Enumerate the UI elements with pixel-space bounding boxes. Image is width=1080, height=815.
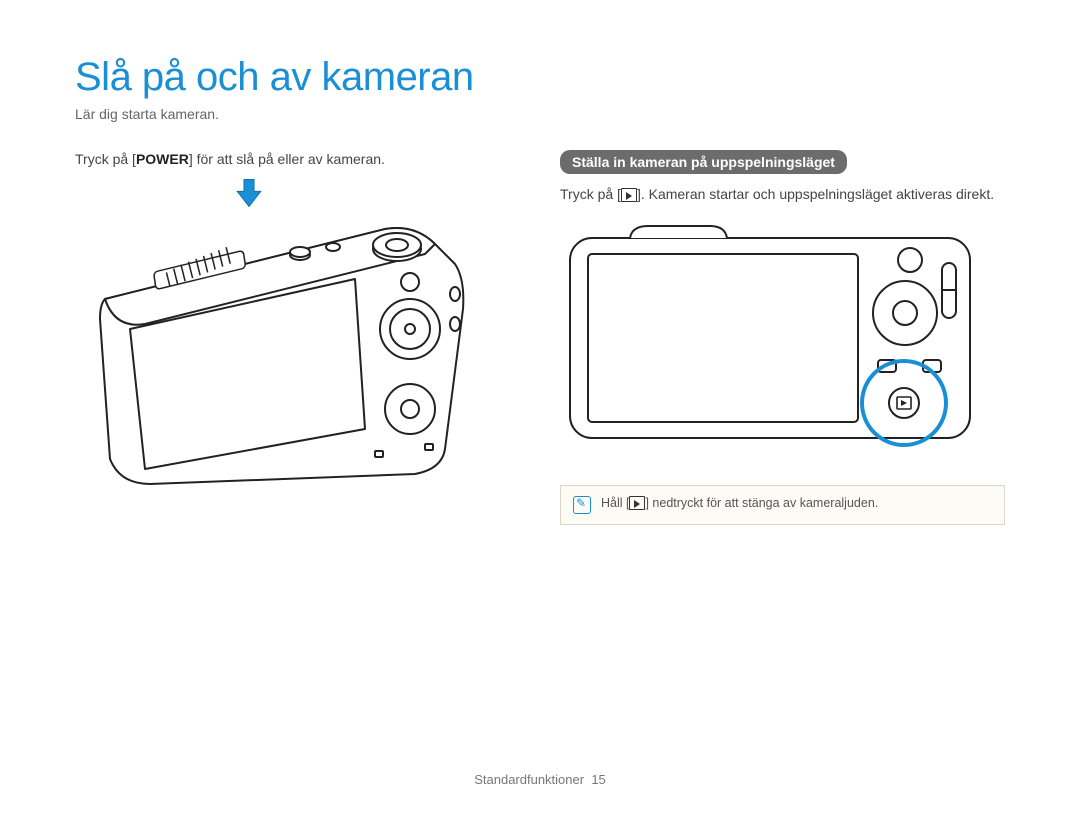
camera-perspective-illustration xyxy=(75,219,505,489)
note-text: Håll [ ] nedtryckt för att stänga av kame… xyxy=(601,496,878,510)
page-title: Slå på och av kameran xyxy=(75,55,1005,100)
instr-bold: POWER xyxy=(136,151,189,167)
footer-label: Standardfunktioner xyxy=(474,772,584,787)
note-pre: Håll [ xyxy=(601,496,629,510)
two-column-layout: Tryck på [POWER] för att slå på eller av… xyxy=(75,150,1005,525)
playback-icon xyxy=(629,496,645,510)
arrow-down-icon xyxy=(232,176,266,210)
note-post: ] nedtryckt för att stänga av kameraljud… xyxy=(645,496,878,510)
right-column: Ställa in kameran på uppspelningsläget T… xyxy=(560,150,1005,525)
para-post: ]. Kameran startar och uppspelningsläget… xyxy=(637,186,994,202)
camera-rear-illustration xyxy=(560,218,980,448)
note-box: Håll [ ] nedtryckt för att stänga av kame… xyxy=(560,485,1005,525)
playback-icon xyxy=(621,188,637,202)
left-column: Tryck på [POWER] för att slå på eller av… xyxy=(75,150,520,525)
instr-pre: Tryck på [ xyxy=(75,151,136,167)
power-instruction: Tryck på [POWER] för att slå på eller av… xyxy=(75,150,520,170)
page-footer: Standardfunktioner 15 xyxy=(0,772,1080,787)
note-icon xyxy=(573,496,591,514)
section-heading-pill: Ställa in kameran på uppspelningsläget xyxy=(560,150,847,174)
para-pre: Tryck på [ xyxy=(560,186,621,202)
page-subtitle: Lär dig starta kameran. xyxy=(75,106,1005,122)
instr-post: ] för att slå på eller av kameran. xyxy=(189,151,385,167)
footer-page-number: 15 xyxy=(591,772,605,787)
playback-instruction: Tryck på [ ]. Kameran startar och uppspel… xyxy=(560,184,1005,204)
